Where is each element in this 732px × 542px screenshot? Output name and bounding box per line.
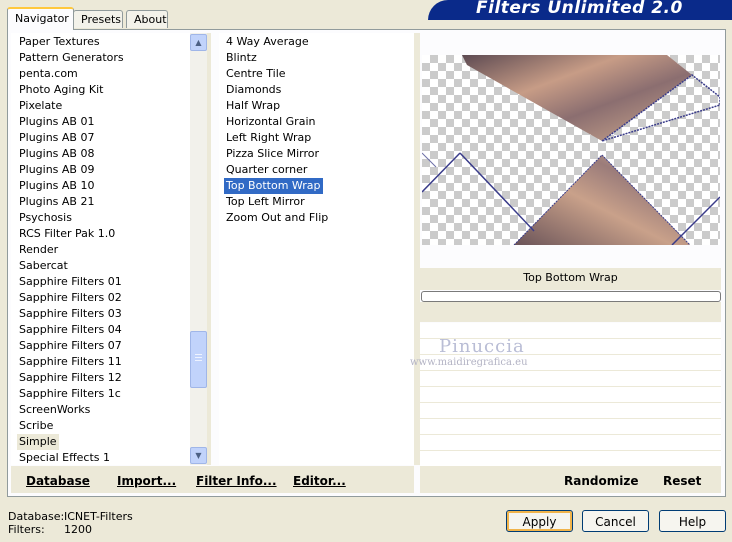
category-item[interactable]: Sabercat <box>19 258 68 274</box>
category-item[interactable]: Sapphire Filters 01 <box>19 274 122 290</box>
filter-item[interactable]: Left Right Wrap <box>226 130 311 146</box>
import-button-label: Import... <box>117 474 177 488</box>
preview-shape-top <box>462 55 692 141</box>
scroll-thumb[interactable] <box>190 331 207 388</box>
category-item[interactable]: Psychosis <box>19 210 72 226</box>
filter-item[interactable]: Pizza Slice Mirror <box>226 146 319 162</box>
category-item[interactable]: Plugins AB 08 <box>19 146 94 162</box>
list-divider <box>207 33 211 465</box>
category-item[interactable]: Special Effects 1 <box>19 450 110 465</box>
filter-item[interactable]: Blintz <box>226 50 257 66</box>
editor-button[interactable]: Editor... <box>293 474 346 488</box>
chevron-up-icon: ▲ <box>195 38 202 47</box>
category-item[interactable]: Plugins AB 21 <box>19 194 94 210</box>
filter-item[interactable]: Diamonds <box>226 82 281 98</box>
selected-filter-name-box: Top Bottom Wrap <box>420 268 721 290</box>
progress-bar <box>421 291 721 302</box>
watermark-url: www.maidiregrafica.eu <box>410 357 528 368</box>
help-button[interactable]: Help <box>659 510 726 532</box>
database-button[interactable]: Database <box>26 474 90 488</box>
status-database: Database: ICNET-Filters <box>8 510 133 523</box>
category-item[interactable]: Sapphire Filters 1c <box>19 386 121 402</box>
tab-presets[interactable]: Presets <box>73 10 123 28</box>
filter-item[interactable]: 4 Way Average <box>226 34 309 50</box>
filter-item[interactable]: Top Left Mirror <box>226 194 305 210</box>
category-item[interactable]: Plugins AB 01 <box>19 114 94 130</box>
import-button[interactable]: Import... <box>117 474 176 488</box>
category-list[interactable]: Paper Textures Pattern Generators penta.co… <box>11 33 190 465</box>
category-scrollbar[interactable]: ▲ ▼ <box>190 33 207 465</box>
watermark-name: Pinuccia <box>439 336 525 357</box>
filter-item[interactable]: Zoom Out and Flip <box>226 210 328 226</box>
status-database-value: ICNET-Filters <box>64 510 133 523</box>
cancel-button[interactable]: Cancel <box>582 510 649 532</box>
category-item[interactable]: ScreenWorks <box>19 402 90 418</box>
status-filters-label: Filters: <box>8 523 45 536</box>
filter-info-button-label: Filter Info... <box>196 474 277 488</box>
parameter-row <box>420 387 721 403</box>
category-item[interactable]: penta.com <box>19 66 78 82</box>
apply-button[interactable]: Apply <box>506 510 573 532</box>
parameter-row <box>420 435 721 451</box>
scroll-down-button[interactable]: ▼ <box>190 447 207 464</box>
category-item[interactable]: Paper Textures <box>19 34 100 50</box>
category-item[interactable]: Plugins AB 09 <box>19 162 94 178</box>
parameter-row <box>420 403 721 419</box>
filter-item[interactable]: Quarter corner <box>226 162 307 178</box>
reset-button[interactable]: Reset <box>663 474 701 488</box>
parameter-header <box>420 302 721 322</box>
status-filters: Filters: 1200 <box>8 523 92 536</box>
randomize-button[interactable]: Randomize <box>564 474 638 488</box>
category-item[interactable]: Sapphire Filters 12 <box>19 370 122 386</box>
tab-navigator[interactable]: Navigator <box>7 7 74 30</box>
preview-shape-bottom <box>514 155 690 245</box>
app-title: Filters Unlimited 2.0 <box>476 0 683 18</box>
category-item[interactable]: Sapphire Filters 03 <box>19 306 122 322</box>
category-item[interactable]: Scribe <box>19 418 53 434</box>
chevron-down-icon: ▼ <box>195 451 202 460</box>
category-item[interactable]: Sapphire Filters 11 <box>19 354 122 370</box>
status-database-label: Database: <box>8 510 65 523</box>
category-item[interactable]: RCS Filter Pak 1.0 <box>19 226 115 242</box>
scroll-up-button[interactable]: ▲ <box>190 34 207 51</box>
filter-item[interactable]: Top Bottom Wrap <box>224 178 323 194</box>
parameter-row <box>420 451 721 467</box>
editor-button-label: Editor... <box>293 474 346 488</box>
filter-item[interactable]: Centre Tile <box>226 66 286 82</box>
category-item[interactable]: Sapphire Filters 02 <box>19 290 122 306</box>
category-item[interactable]: Sapphire Filters 04 <box>19 322 122 338</box>
filter-item[interactable]: Half Wrap <box>226 98 280 114</box>
tab-about[interactable]: About <box>126 10 168 28</box>
parameter-row <box>420 419 721 435</box>
preview-image <box>422 55 720 245</box>
app-title-banner: Filters Unlimited 2.0 <box>428 0 732 20</box>
category-item[interactable]: Pixelate <box>19 98 62 114</box>
database-button-label: Database <box>26 474 90 488</box>
category-item[interactable]: Plugins AB 07 <box>19 130 94 146</box>
parameter-row <box>420 371 721 387</box>
category-item[interactable]: Photo Aging Kit <box>19 82 103 98</box>
preview-artwork <box>422 55 720 245</box>
filter-info-button[interactable]: Filter Info... <box>196 474 277 488</box>
category-item[interactable]: Plugins AB 10 <box>19 178 94 194</box>
category-item[interactable]: Pattern Generators <box>19 50 124 66</box>
filter-item[interactable]: Horizontal Grain <box>226 114 315 130</box>
status-filters-value: 1200 <box>64 523 92 536</box>
category-item[interactable]: Simple <box>17 434 59 450</box>
category-item[interactable]: Sapphire Filters 07 <box>19 338 122 354</box>
filter-list[interactable]: 4 Way Average Blintz Centre Tile Diamonds Ha… <box>219 33 414 465</box>
selected-filter-name: Top Bottom Wrap <box>523 271 618 284</box>
category-item[interactable]: Render <box>19 242 58 258</box>
